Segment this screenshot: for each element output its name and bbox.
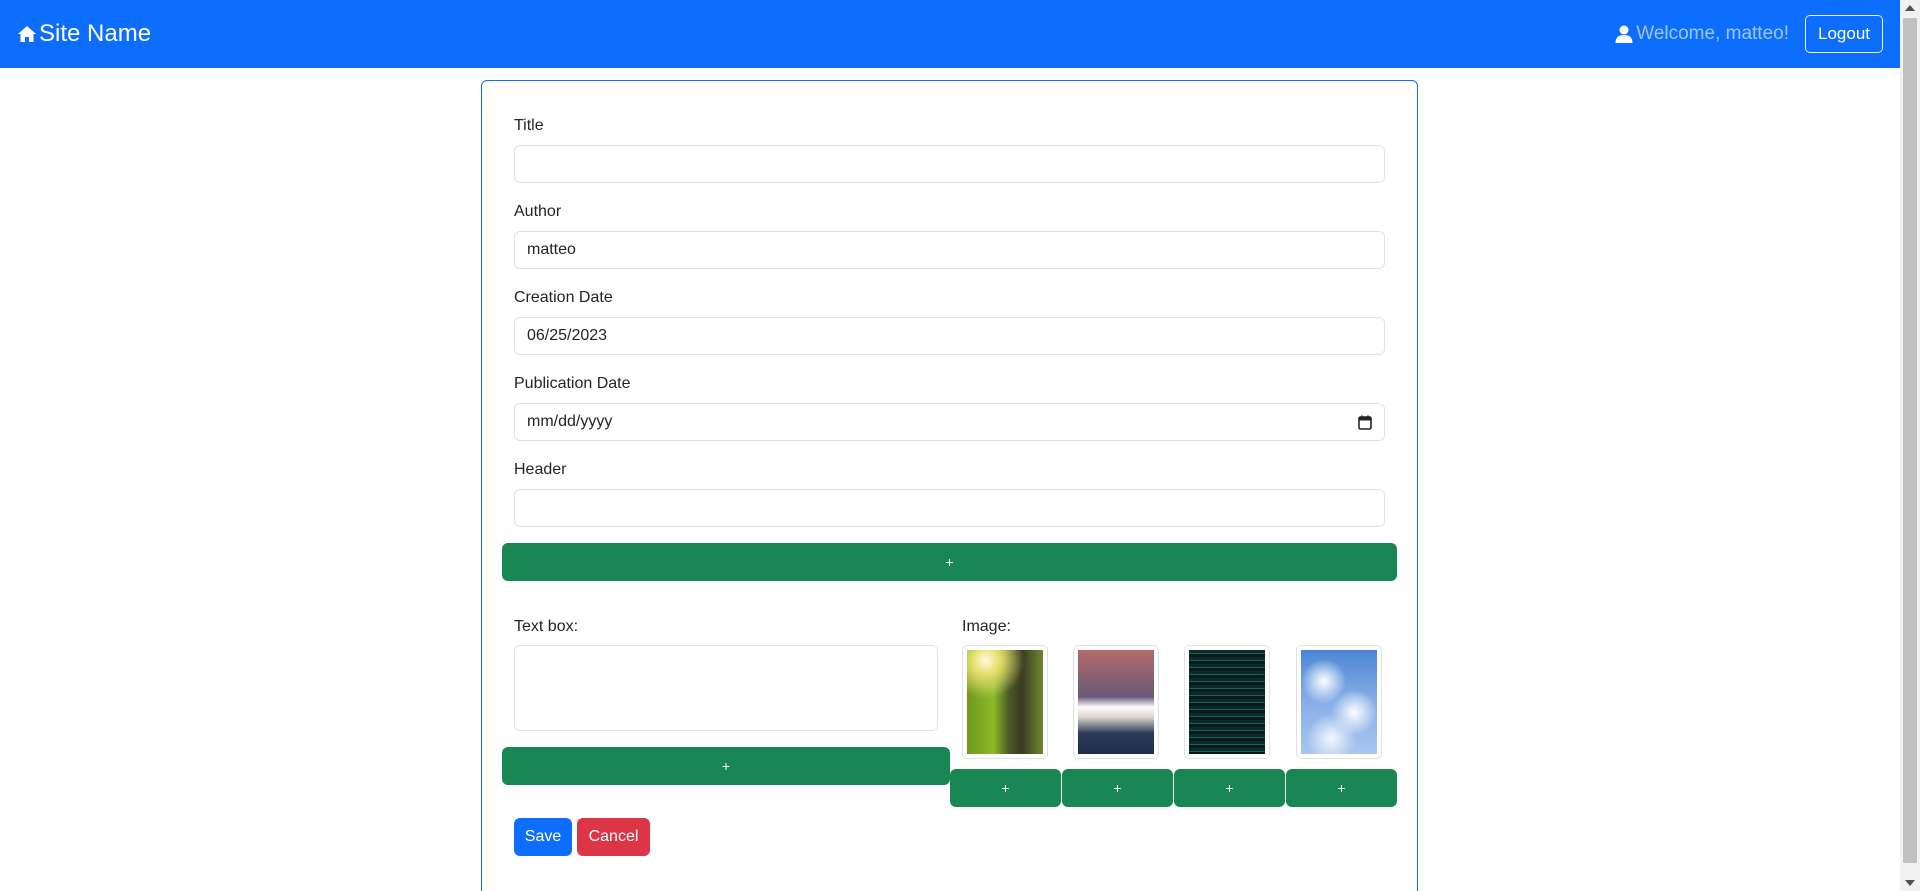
add-header-button[interactable]: + (502, 543, 1397, 581)
code-image (1189, 650, 1265, 754)
welcome-message: Welcome, matteo! (1614, 23, 1789, 45)
image-thumbnail-forest[interactable] (962, 645, 1048, 759)
author-label: Author (514, 203, 562, 220)
add-image-forest-button[interactable]: + (950, 769, 1061, 807)
add-image-books-button[interactable]: + (1062, 769, 1173, 807)
save-button[interactable]: Save (514, 818, 572, 856)
image-thumbnail-books[interactable] (1073, 645, 1159, 759)
creation-date-input[interactable]: 06/25/2023 (514, 317, 1385, 355)
nav-right: Welcome, matteo! Logout (1614, 15, 1883, 53)
home-icon (18, 26, 36, 42)
image-thumbnail-sky[interactable] (1296, 645, 1382, 759)
navbar: Site Name Welcome, matteo! Logout (0, 0, 1900, 68)
title-input[interactable] (514, 145, 1385, 183)
form-card: Title Author matteo Creation Date 06/25/… (481, 80, 1418, 891)
publication-date-label: Publication Date (514, 375, 631, 392)
brand-link[interactable]: Site Name (17, 20, 151, 48)
scroll-down-arrow-icon[interactable] (1905, 880, 1915, 886)
brand-name: Site Name (39, 20, 152, 47)
add-image-code-button[interactable]: + (1174, 769, 1285, 807)
publication-date-placeholder: mm/dd/yyyy (527, 413, 613, 430)
header-input[interactable] (514, 489, 1385, 527)
author-input[interactable]: matteo (514, 231, 1385, 269)
scroll-up-arrow-icon[interactable] (1905, 5, 1915, 11)
publication-date-input[interactable]: mm/dd/yyyy (514, 403, 1385, 441)
books-image (1078, 650, 1154, 754)
scroll-thumb[interactable] (1903, 18, 1917, 863)
text-box-textarea[interactable] (514, 645, 938, 731)
logout-button[interactable]: Logout (1805, 15, 1883, 53)
creation-date-label: Creation Date (514, 289, 613, 306)
add-image-sky-button[interactable]: + (1286, 769, 1397, 807)
welcome-text: Welcome, matteo! (1636, 23, 1789, 44)
calendar-icon[interactable] (1358, 415, 1372, 430)
text-box-label: Text box: (514, 618, 579, 635)
image-thumbnail-code[interactable] (1184, 645, 1270, 759)
forest-image (967, 650, 1043, 754)
cancel-button[interactable]: Cancel (577, 818, 650, 856)
scrollbar[interactable] (1900, 0, 1920, 891)
add-text-box-button[interactable]: + (502, 747, 950, 785)
header-label: Header (514, 461, 567, 478)
user-icon (1615, 25, 1633, 43)
image-label: Image: (962, 618, 1011, 635)
title-label: Title (514, 117, 544, 134)
sky-image (1301, 650, 1377, 754)
